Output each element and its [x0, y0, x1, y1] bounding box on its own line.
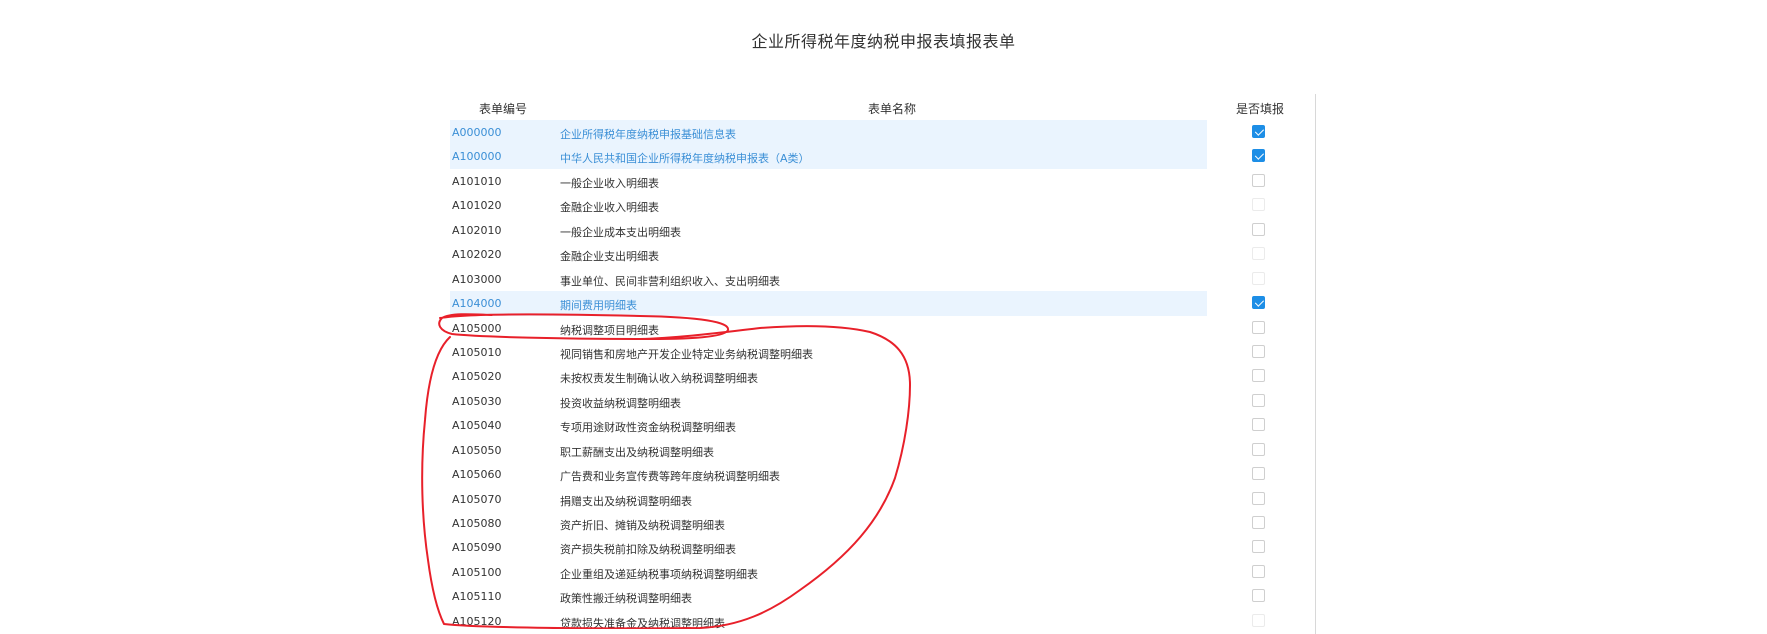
- form-name: 资产损失税前扣除及纳税调整明细表: [560, 543, 736, 557]
- form-name: 一般企业收入明细表: [560, 176, 659, 190]
- fill-checkbox: [1252, 613, 1265, 627]
- table-row[interactable]: A105000 纳税调整项目明细表: [450, 316, 1290, 340]
- form-code: A105040: [452, 419, 502, 433]
- form-name: 企业重组及递延纳税事项纳税调整明细表: [560, 567, 758, 581]
- form-code: A103000: [452, 272, 502, 286]
- form-code: A105100: [452, 565, 502, 579]
- form-name: 金融企业支出明细表: [560, 250, 659, 264]
- table-row[interactable]: A105120 贷款损失准备金及纳税调整明细表: [450, 609, 1290, 633]
- table-row[interactable]: A101020 金融企业收入明细表: [450, 193, 1290, 217]
- form-name: 中华人民共和国企业所得税年度纳税申报表（A类）: [560, 152, 810, 166]
- form-code: A100000: [452, 150, 502, 164]
- right-divider: [1315, 94, 1316, 634]
- header-form-name: 表单名称: [867, 102, 916, 116]
- table-row[interactable]: A105010 视同销售和房地产开发企业特定业务纳税调整明细表: [450, 340, 1290, 364]
- form-name: 广告费和业务宣传费等跨年度纳税调整明细表: [560, 470, 780, 484]
- form-name: 企业所得税年度纳税申报基础信息表: [560, 128, 736, 141]
- fill-checkbox[interactable]: [1252, 589, 1265, 603]
- table-row[interactable]: A000000 企业所得税年度纳税申报基础信息表: [450, 120, 1290, 145]
- header-fill-status: 是否填报: [1235, 102, 1284, 116]
- form-name: 政策性搬迁纳税调整明细表: [560, 592, 692, 606]
- table-row[interactable]: A105020 未按权责发生制确认收入纳税调整明细表: [450, 364, 1290, 388]
- form-code: A105030: [452, 394, 502, 408]
- fill-checkbox[interactable]: [1252, 442, 1265, 456]
- table-row[interactable]: A105100 企业重组及递延纳税事项纳税调整明细表: [450, 560, 1290, 584]
- fill-checkbox[interactable]: [1252, 540, 1265, 554]
- fill-checkbox[interactable]: [1252, 369, 1265, 383]
- table-row[interactable]: A101010 一般企业收入明细表: [450, 169, 1290, 193]
- form-code: A000000: [452, 126, 502, 139]
- fill-checkbox[interactable]: [1252, 393, 1265, 407]
- form-name: 捐赠支出及纳税调整明细表: [560, 494, 692, 508]
- table-row[interactable]: A102010 一般企业成本支出明细表: [450, 218, 1290, 242]
- fill-checkbox: [1252, 198, 1265, 212]
- fill-checkbox[interactable]: [1252, 491, 1265, 505]
- fill-checkbox[interactable]: [1252, 516, 1265, 529]
- form-code: A102010: [452, 223, 502, 237]
- form-code: A105010: [452, 345, 502, 359]
- form-table: 表单编号 表单名称 是否填报 A000000 企业所得税年度纳税申报基础信息表 A1…: [450, 94, 1290, 633]
- table-row[interactable]: A105090 资产损失税前扣除及纳税调整明细表: [450, 535, 1290, 559]
- form-name: 期间费用明细表: [560, 299, 637, 313]
- fill-checkbox: [1252, 247, 1265, 261]
- fill-checkbox: [1252, 271, 1265, 285]
- table-row[interactable]: A102020 金融企业支出明细表: [450, 242, 1290, 266]
- header-form-code: 表单编号: [478, 102, 527, 116]
- form-code: A105080: [452, 517, 502, 530]
- table-row[interactable]: A105080 资产折旧、摊销及纳税调整明细表: [450, 511, 1290, 535]
- table-row[interactable]: A100000 中华人民共和国企业所得税年度纳税申报表（A类）: [450, 144, 1290, 169]
- fill-checkbox[interactable]: [1252, 418, 1265, 432]
- table-row[interactable]: A103000 事业单位、民间非营利组织收入、支出明细表: [450, 267, 1290, 291]
- table-row[interactable]: A105110 政策性搬迁纳税调整明细表: [450, 584, 1290, 608]
- form-code: A102020: [452, 248, 502, 262]
- table-row[interactable]: A105070 捐赠支出及纳税调整明细表: [450, 487, 1290, 511]
- table-body: A000000 企业所得税年度纳税申报基础信息表 A100000 中华人民共和国企业所…: [450, 120, 1290, 633]
- form-code: A105000: [452, 321, 502, 335]
- table-row[interactable]: A105050 职工薪酬支出及纳税调整明细表: [450, 438, 1290, 462]
- fill-checkbox[interactable]: [1252, 467, 1265, 481]
- table-row[interactable]: A105040 专项用途财政性资金纳税调整明细表: [450, 413, 1290, 437]
- form-code: A105110: [452, 590, 502, 604]
- fill-checkbox[interactable]: [1252, 173, 1265, 187]
- form-code: A101020: [452, 199, 502, 213]
- fill-checkbox[interactable]: [1252, 149, 1265, 163]
- fill-checkbox[interactable]: [1252, 564, 1265, 578]
- form-name: 视同销售和房地产开发企业特定业务纳税调整明细表: [560, 347, 813, 361]
- form-name: 投资收益纳税调整明细表: [560, 396, 681, 410]
- table-row[interactable]: A104000 期间费用明细表: [450, 291, 1290, 316]
- form-name: 贷款损失准备金及纳税调整明细表: [560, 616, 725, 630]
- form-code: A105020: [452, 370, 502, 384]
- form-code: A105070: [452, 492, 502, 506]
- form-name: 一般企业成本支出明细表: [560, 225, 681, 239]
- form-name: 专项用途财政性资金纳税调整明细表: [560, 421, 736, 435]
- form-code: A105050: [452, 443, 502, 457]
- form-name: 金融企业收入明细表: [560, 201, 659, 215]
- form-code: A105090: [452, 541, 502, 555]
- form-name: 事业单位、民间非营利组织收入、支出明细表: [560, 274, 780, 288]
- form-name: 资产折旧、摊销及纳税调整明细表: [560, 519, 725, 532]
- page-title: 企业所得税年度纳税申报表填报表单: [751, 32, 1016, 51]
- form-code: A101010: [452, 174, 502, 188]
- fill-checkbox[interactable]: [1252, 320, 1265, 334]
- form-name: 未按权责发生制确认收入纳税调整明细表: [560, 372, 758, 386]
- fill-checkbox[interactable]: [1252, 222, 1265, 236]
- table-row[interactable]: A105060 广告费和业务宣传费等跨年度纳税调整明细表: [450, 462, 1290, 486]
- form-code: A105060: [452, 468, 502, 482]
- form-name: 职工薪酬支出及纳税调整明细表: [560, 445, 714, 459]
- fill-checkbox[interactable]: [1252, 125, 1265, 138]
- fill-checkbox[interactable]: [1252, 296, 1265, 310]
- fill-checkbox[interactable]: [1252, 344, 1265, 358]
- table-row[interactable]: A105030 投资收益纳税调整明细表: [450, 389, 1290, 413]
- table-header: 表单编号 表单名称 是否填报: [450, 94, 1290, 120]
- form-name: 纳税调整项目明细表: [560, 323, 659, 337]
- form-code: A105120: [452, 614, 502, 628]
- form-code: A104000: [452, 297, 502, 311]
